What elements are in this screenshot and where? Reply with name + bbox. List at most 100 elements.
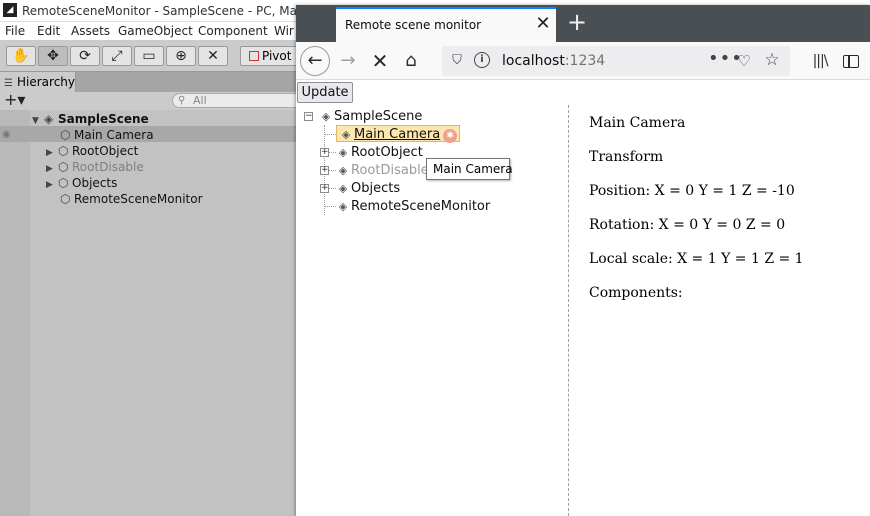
new-tab-button[interactable]: + [566,9,588,35]
tree-node-rootdisable[interactable]: ◈ RootDisable [335,162,429,179]
unity-window-title: RemoteSceneMonitor - SampleScene - PC, M… [22,4,331,18]
transform-tool-icon[interactable]: ⊕ [166,46,196,66]
selection-badge-icon: ✱ [443,129,458,143]
sidebar-toggle-icon[interactable] [837,47,865,75]
unity-object-icon: ◈ [338,146,348,159]
tree-node-objects[interactable]: ◈ Objects [335,180,400,197]
hierarchy-row-samplescene[interactable]: ▼ ◈ SampleScene [32,111,149,127]
hierarchy-row-remotescenemonitor[interactable]: ⬡ RemoteSceneMonitor [60,191,203,207]
rotate-tool-icon[interactable]: ⟳ [70,46,100,66]
tracking-shield-icon[interactable]: ⛉ [448,52,466,70]
move-tool-icon[interactable]: ✥ [38,46,68,66]
hand-tool-icon[interactable]: ✋ [6,46,36,66]
menu-assets[interactable]: Assets [71,24,110,38]
gameobject-cube-icon: ⬡ [58,144,69,158]
search-placeholder: All [193,94,207,107]
custom-tool-icon[interactable]: ✕ [198,46,228,66]
unity-object-icon: ◈ [338,200,348,213]
tab-hierarchy-label: Hierarchy [17,75,76,89]
tree-node-main-camera[interactable]: ◈ Main Camera ✱ [336,125,461,143]
details-components: Components: [589,285,683,301]
unity-scene-icon: ◈ [44,112,54,126]
menu-edit[interactable]: Edit [37,24,60,38]
unity-logo-icon: ◢ [3,3,17,17]
hierarchy-row-rootobject[interactable]: ▶ ⬡ RootObject [46,143,138,159]
hierarchy-row-label: Objects [72,176,118,190]
tree-node-label: RemoteSceneMonitor [351,199,491,214]
url-bar[interactable]: ⛉ i localhost:1234 ••• ♡ ☆ [442,46,790,76]
hierarchy-row-label: RemoteSceneMonitor [74,192,203,206]
tree-node-label: Main Camera [354,127,441,142]
browser-nav-bar: ← → ✕ ⌂ ⛉ i localhost:1234 ••• ♡ ☆ |||\ [296,42,870,80]
scale-tool-icon[interactable]: ⤢ [102,46,132,66]
expand-toggle-icon[interactable]: + [320,166,329,175]
bookmark-star-icon[interactable]: ☆ [762,50,782,70]
gameobject-cube-icon: ⬡ [60,192,71,206]
forward-button[interactable]: → [334,47,362,75]
details-position: Position: X = 0 Y = 1 Z = -10 [589,183,795,199]
back-button[interactable]: ← [300,46,330,76]
unity-object-icon: ◈ [341,128,351,141]
expand-toggle-icon[interactable]: + [320,184,329,193]
hierarchy-gutter [0,110,30,516]
hierarchy-row-label: SampleScene [58,112,149,126]
search-icon: ⚲ [178,95,186,106]
tree-node-label: Objects [351,181,401,196]
tree-node-samplescene[interactable]: ◈ SampleScene [318,108,423,125]
hierarchy-row-main-camera[interactable]: ⬡ Main Camera [60,127,154,143]
gameobject-cube-icon: ⬡ [58,160,69,174]
tree-connector [324,134,336,135]
rect-tool-icon[interactable]: ▭ [134,46,164,66]
collapse-toggle-icon[interactable]: − [304,112,313,121]
hierarchy-row-label: RootObject [72,144,139,158]
hierarchy-search-input[interactable]: ⚲ All [172,93,302,108]
details-object-name: Main Camera [589,115,686,131]
tab-hierarchy[interactable]: ☰ Hierarchy [0,72,76,92]
add-object-button[interactable]: +▾ [4,92,25,108]
home-button[interactable]: ⌂ [397,47,425,75]
menu-gameobject[interactable]: GameObject [118,24,193,38]
browser-tab-strip: Remote scene monitor ✕ + [296,5,870,42]
tooltip: Main Camera [426,158,513,180]
details-local-scale: Local scale: X = 1 Y = 1 Z = 1 [589,251,804,267]
expand-toggle-icon[interactable]: + [320,148,329,157]
pivot-label: Pivot [262,49,292,63]
menu-window[interactable]: Wir [274,24,294,38]
expand-arrow-icon[interactable]: ▼ [32,113,44,129]
firefox-window: Remote scene monitor ✕ + ← → ✕ ⌂ ⛉ i loc… [296,5,870,516]
page-content: Update − ◈ SampleScene ◈ Main Camera ✱ + ◈ R… [296,81,870,516]
object-details-panel: Main Camera Transform Position: X = 0 Y … [589,115,859,319]
gameobject-cube-icon: ⬡ [60,128,71,142]
tree-node-label: RootObject [351,145,423,160]
browser-tab-active[interactable]: Remote scene monitor ✕ [336,7,556,42]
desktop: ◢ RemoteSceneMonitor - SampleScene - PC,… [0,0,870,516]
tab-close-icon[interactable]: ✕ [534,14,552,34]
tree-node-label: RootDisable [351,163,429,178]
panel-divider[interactable] [568,105,569,516]
menu-file[interactable]: File [5,24,25,38]
visibility-eye-icon[interactable]: ◉ [2,129,11,140]
menu-component[interactable]: Component [198,24,268,38]
hierarchy-row-objects[interactable]: ▶ ⬡ Objects [46,175,117,191]
details-rotation: Rotation: X = 0 Y = 0 Z = 0 [589,217,786,233]
hierarchy-row-rootdisable[interactable]: ▶ ⬡ RootDisable [46,159,144,175]
hierarchy-row-label: RootDisable [72,160,144,174]
library-icon[interactable]: |||\ [806,47,834,75]
tree-node-rootobject[interactable]: ◈ RootObject [335,144,423,161]
unity-object-icon: ◈ [338,164,348,177]
url-text[interactable]: localhost:1234 [502,53,605,69]
stop-loading-button[interactable]: ✕ [366,47,394,75]
details-section-transform: Transform [589,149,664,165]
pivot-icon [249,51,259,61]
hierarchy-row-label: Main Camera [74,128,154,142]
site-info-icon[interactable]: i [474,52,490,68]
pocket-icon[interactable]: ♡ [734,51,754,71]
gameobject-cube-icon: ⬡ [58,176,69,190]
update-button[interactable]: Update [297,82,353,103]
unity-scene-icon: ◈ [321,110,331,123]
expand-arrow-icon[interactable]: ▶ [46,177,58,193]
scene-tree: − ◈ SampleScene ◈ Main Camera ✱ + ◈ RootObje… [304,108,564,261]
tree-node-remotescenemonitor[interactable]: ◈ RemoteSceneMonitor [335,198,490,215]
tab-title: Remote scene monitor [345,18,482,32]
url-port: :1234 [564,53,606,69]
